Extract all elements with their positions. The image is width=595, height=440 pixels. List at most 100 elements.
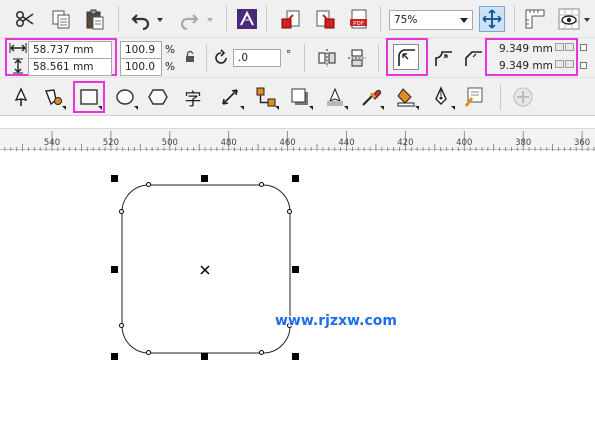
zoom-level-dropdown[interactable]: 75% xyxy=(389,10,473,30)
rotation-icon xyxy=(212,49,230,67)
corner-node[interactable] xyxy=(259,350,264,355)
height-icon xyxy=(9,58,27,74)
chevron-down-icon xyxy=(460,18,468,23)
copy-icon[interactable] xyxy=(48,6,74,32)
corner-node[interactable] xyxy=(259,182,264,187)
percent-label: % xyxy=(165,44,175,56)
flyout-icon xyxy=(451,106,455,110)
outline-pen-icon[interactable] xyxy=(462,84,488,110)
ruler-label: 440 xyxy=(338,138,355,148)
corner-node[interactable] xyxy=(146,350,151,355)
watermark-text: www.rjzxw.com xyxy=(275,313,397,329)
corner-radius-top-value: 9.349 mm xyxy=(499,43,553,55)
redo-dropdown-icon[interactable] xyxy=(207,18,213,22)
flyout-icon xyxy=(380,106,384,110)
paste-icon[interactable] xyxy=(82,6,108,32)
redo-icon[interactable] xyxy=(176,6,202,32)
spin-down-icon[interactable] xyxy=(555,60,564,68)
scissors-icon[interactable] xyxy=(12,6,38,32)
import-icon[interactable] xyxy=(278,6,304,32)
publish-pdf-icon[interactable]: PDF xyxy=(346,6,372,32)
spin-up-icon[interactable] xyxy=(565,43,574,51)
percent-label: % xyxy=(165,61,175,73)
lock-ratio-icon[interactable] xyxy=(183,50,197,64)
property-bar: 58.737 mm 58.561 mm 100.9 % 100.0 % .0 ° xyxy=(0,38,595,78)
separator xyxy=(380,6,381,32)
undo-icon[interactable] xyxy=(128,6,154,32)
separator xyxy=(378,44,379,72)
chamfered-corner-icon[interactable] xyxy=(460,44,486,70)
view-dropdown-icon[interactable] xyxy=(584,18,590,22)
scale-y-field[interactable]: 100.0 xyxy=(120,58,162,76)
spin-down-icon[interactable] xyxy=(555,43,564,51)
ruler-label: 500 xyxy=(161,138,178,148)
launcher-icon[interactable] xyxy=(234,6,260,32)
separator xyxy=(266,6,267,32)
drawing-canvas[interactable] xyxy=(0,151,595,440)
corner-radius-bottom-field[interactable]: 9.349 mm xyxy=(495,58,553,76)
ruler-label: 420 xyxy=(397,138,414,148)
separator xyxy=(118,6,119,32)
separator xyxy=(500,84,501,110)
scale-x-value: 100.9 xyxy=(125,44,156,56)
ruler-label: 540 xyxy=(43,138,61,148)
selection-handle[interactable] xyxy=(111,353,118,360)
corner-radius-top-field[interactable]: 9.349 mm xyxy=(495,41,553,59)
horizontal-ruler[interactable]: 540 520 500 480 460 440 420 400 380 360 xyxy=(0,128,595,151)
height-value: 58.561 mm xyxy=(33,61,94,73)
flyout-icon xyxy=(98,106,102,110)
width-value: 58.737 mm xyxy=(33,44,94,56)
corner-node[interactable] xyxy=(119,209,124,214)
pick-tool-icon[interactable] xyxy=(8,84,34,110)
zoom-value: 75% xyxy=(394,14,418,26)
selection-handle[interactable] xyxy=(292,175,299,182)
selection-handle[interactable] xyxy=(111,175,118,182)
rounded-rectangle-shape[interactable] xyxy=(0,151,595,440)
separator xyxy=(304,44,305,72)
scale-y-value: 100.0 xyxy=(125,61,156,73)
degree-label: ° xyxy=(286,49,292,61)
ruler-label: 520 xyxy=(102,138,120,148)
scalloped-corner-icon[interactable] xyxy=(430,44,456,70)
flyout-icon xyxy=(240,106,244,110)
full-screen-preview-icon[interactable] xyxy=(479,6,505,32)
polygon-tool-icon[interactable] xyxy=(145,84,171,110)
text-tool-icon[interactable]: 字 xyxy=(180,84,206,110)
separator xyxy=(226,6,227,32)
selection-handle[interactable] xyxy=(292,353,299,360)
text-tool-glyph: 字 xyxy=(184,89,202,110)
toolbox: 字 xyxy=(0,78,595,116)
view-icon[interactable] xyxy=(556,6,582,32)
selection-handle[interactable] xyxy=(201,353,208,360)
flyout-icon xyxy=(275,106,279,110)
width-field[interactable]: 58.737 mm xyxy=(28,41,112,59)
flyout-icon xyxy=(62,106,66,110)
flyout-icon xyxy=(344,106,348,110)
corner-node[interactable] xyxy=(146,182,151,187)
separator xyxy=(206,44,207,72)
rotation-field[interactable]: .0 xyxy=(233,49,281,67)
export-icon[interactable] xyxy=(312,6,338,32)
ruler-label: 460 xyxy=(279,138,296,148)
flyout-icon xyxy=(309,106,313,110)
rulers-icon[interactable] xyxy=(522,6,548,32)
corner-node[interactable] xyxy=(119,323,124,328)
ruler-label: 480 xyxy=(220,138,237,148)
ruler-ticks xyxy=(4,131,595,151)
spin-up-icon[interactable] xyxy=(565,60,574,68)
selection-handle[interactable] xyxy=(111,266,118,273)
scale-x-field[interactable]: 100.9 xyxy=(120,41,162,59)
rotation-value: .0 xyxy=(238,52,249,64)
edit-corners-together-icon[interactable] xyxy=(580,44,587,51)
corner-node[interactable] xyxy=(287,209,292,214)
flyout-icon xyxy=(134,106,138,110)
selection-handle[interactable] xyxy=(292,266,299,273)
relative-corner-scaling-icon[interactable] xyxy=(580,62,587,69)
selection-handle[interactable] xyxy=(201,175,208,182)
mirror-horizontal-icon[interactable] xyxy=(314,45,340,71)
height-field[interactable]: 58.561 mm xyxy=(28,58,112,76)
round-corner-icon[interactable] xyxy=(393,44,419,70)
undo-dropdown-icon[interactable] xyxy=(157,18,163,22)
add-tool-icon[interactable] xyxy=(510,84,536,110)
mirror-vertical-icon[interactable] xyxy=(344,45,370,71)
